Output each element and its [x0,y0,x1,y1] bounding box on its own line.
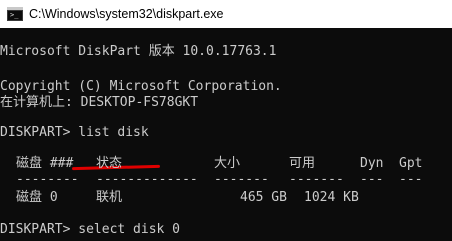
prompt-select-disk: DISKPART> select disk 0 [0,222,181,237]
cell-status: 联机 [96,190,123,205]
diskpart-window: >_ C:\Windows\system32\diskpart.exe Micr… [0,0,452,241]
console-output[interactable]: Microsoft DiskPart 版本 10.0.17763.1 Copyr… [0,28,452,241]
cell-free: 1024 KB [304,190,359,205]
sep-size: ------- [214,172,269,187]
prompt-list-disk: DISKPART> list disk [0,125,149,140]
version-line: Microsoft DiskPart 版本 10.0.17763.1 [0,44,277,59]
sep-dyn: --- [360,172,384,187]
computer-line: 在计算机上: DESKTOP-FS78GKT [0,95,199,110]
header-gpt: Gpt [399,156,423,171]
header-dyn: Dyn [360,156,384,171]
sep-status: ------------- [96,172,198,187]
sep-disk: -------- [16,172,79,187]
cell-disk: 磁盘 0 [16,190,58,205]
header-size: 大小 [214,156,241,171]
header-status: 状态 [96,156,123,171]
sep-free: ------- [289,172,344,187]
cell-size: 465 GB [240,190,287,205]
title-bar[interactable]: >_ C:\Windows\system32\diskpart.exe [0,0,452,28]
console-app-icon: >_ [7,7,23,21]
header-free: 可用 [289,156,316,171]
header-disk: 磁盘 ### [16,156,74,171]
copyright-line: Copyright (C) Microsoft Corporation. [0,79,282,94]
sep-gpt: --- [399,172,423,187]
window-title: C:\Windows\system32\diskpart.exe [29,7,224,21]
